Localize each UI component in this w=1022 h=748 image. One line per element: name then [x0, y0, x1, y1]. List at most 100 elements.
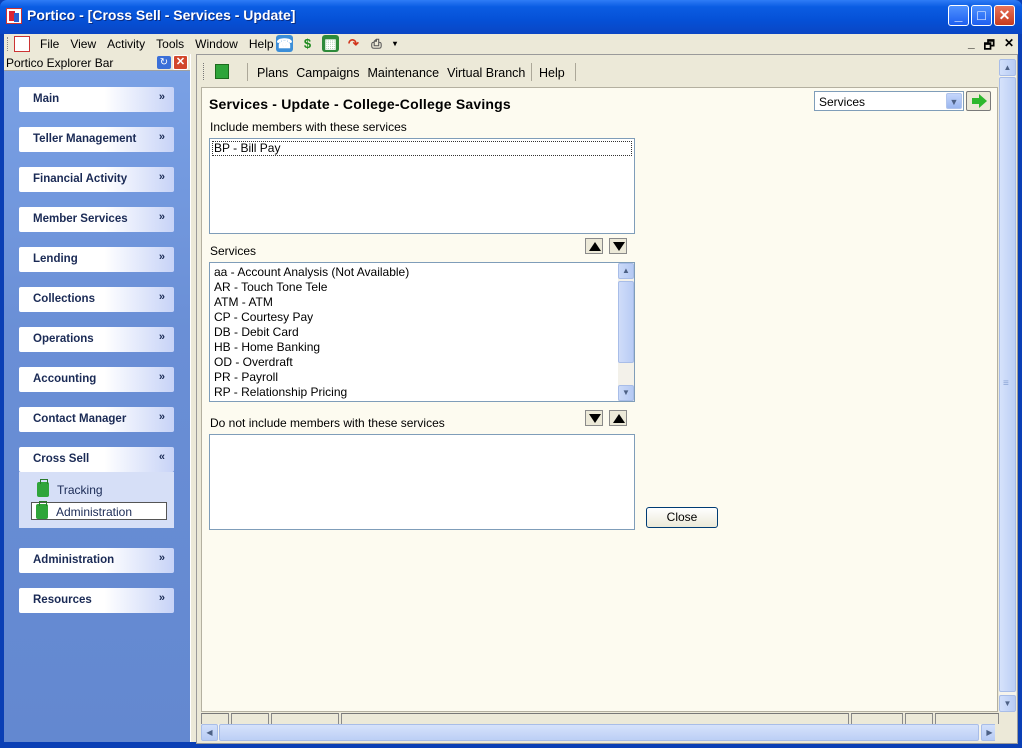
chevron-up-icon[interactable]: « — [159, 451, 165, 463]
document-icon — [36, 501, 48, 519]
chevron-down-icon[interactable]: » — [159, 251, 165, 263]
list-item[interactable]: AR - Touch Tone Tele — [210, 280, 634, 295]
services-scrollbar[interactable]: ▲ ▼ — [618, 263, 634, 401]
move-up-button[interactable] — [585, 238, 603, 254]
list-item[interactable]: CP - Courtesy Pay — [210, 310, 634, 325]
explorer-close-button[interactable]: ✕ — [173, 55, 188, 70]
module-links: Plans Campaigns Maintenance Virtual Bran… — [257, 66, 525, 80]
maximize-button[interactable]: □ — [971, 5, 992, 26]
minimize-button[interactable]: _ — [948, 5, 969, 26]
chevron-down-icon[interactable]: » — [159, 331, 165, 343]
main-horizontal-scrollbar[interactable]: ◀ ▶ — [201, 724, 1016, 741]
link-plans[interactable]: Plans — [257, 66, 288, 80]
nav-group-accounting[interactable]: Accounting » — [19, 367, 174, 392]
toolbar-icons: ☎ $ ▦ ↷ ⎙ ▾ — [276, 35, 399, 52]
chevron-down-icon[interactable]: » — [159, 91, 165, 103]
chevron-down-icon[interactable]: » — [159, 211, 165, 223]
phone-icon[interactable]: ☎ — [276, 35, 293, 52]
link-campaigns[interactable]: Campaigns — [296, 66, 359, 80]
list-item[interactable]: aa - Account Analysis (Not Available) — [210, 265, 634, 280]
list-item[interactable]: RP - Relationship Pricing — [210, 385, 634, 400]
dropdown-arrow-icon[interactable]: ▾ — [391, 35, 399, 52]
scroll-thumb[interactable] — [618, 281, 634, 363]
arrow-up-icon — [589, 242, 601, 251]
document-icon[interactable] — [14, 36, 30, 52]
nav-group-member-services[interactable]: Member Services » — [19, 207, 174, 232]
exclude-label: Do not include members with these servic… — [210, 416, 445, 430]
menu-help[interactable]: Help — [249, 37, 274, 51]
list-item[interactable]: BP - Bill Pay — [212, 141, 632, 156]
pin-icon[interactable]: ↻ — [157, 56, 171, 69]
link-virtual-branch[interactable]: Virtual Branch — [447, 66, 525, 80]
cash-icon[interactable]: ▦ — [322, 35, 339, 52]
nav-group-teller-management[interactable]: Teller Management » — [19, 127, 174, 152]
sidebar-item-tracking[interactable]: Tracking — [33, 479, 169, 499]
scroll-up-icon[interactable]: ▲ — [999, 59, 1016, 76]
menubar-grip[interactable] — [7, 37, 10, 51]
nav-group-collections[interactable]: Collections » — [19, 287, 174, 312]
list-item[interactable]: DB - Debit Card — [210, 325, 634, 340]
services-list[interactable]: aa - Account Analysis (Not Available) AR… — [209, 262, 635, 402]
menu-view[interactable]: View — [70, 37, 96, 51]
menu-activity[interactable]: Activity — [107, 37, 145, 51]
nav-group-contact-manager[interactable]: Contact Manager » — [19, 407, 174, 432]
new-document-icon[interactable] — [215, 64, 229, 79]
link-maintenance[interactable]: Maintenance — [368, 66, 440, 80]
main-vertical-scrollbar[interactable]: ▲ ▼ — [999, 59, 1016, 712]
toolbar-grip[interactable] — [203, 63, 206, 80]
chevron-down-icon[interactable]: » — [159, 552, 165, 564]
dollar-icon[interactable]: $ — [299, 35, 316, 52]
nav-group-operations[interactable]: Operations » — [19, 327, 174, 352]
chevron-down-icon[interactable]: » — [159, 411, 165, 423]
scroll-thumb[interactable] — [999, 77, 1016, 692]
exclude-services-list[interactable] — [209, 434, 635, 530]
nav-group-label: Accounting — [33, 373, 97, 385]
link-help[interactable]: Help — [539, 66, 565, 80]
menu-file[interactable]: File — [40, 37, 59, 51]
redo-arrow-icon[interactable]: ↷ — [345, 35, 362, 52]
include-label: Include members with these services — [210, 120, 407, 134]
nav-group-label: Contact Manager — [33, 413, 127, 425]
nav-group-main[interactable]: Main » — [19, 87, 174, 112]
chevron-down-icon[interactable]: » — [159, 131, 165, 143]
scroll-down-icon[interactable]: ▼ — [999, 695, 1016, 712]
include-services-list[interactable]: BP - Bill Pay — [209, 138, 635, 234]
move-down-button[interactable] — [585, 410, 603, 426]
nav-group-label: Main — [33, 93, 60, 105]
list-item[interactable]: ATM - ATM — [210, 295, 634, 310]
nav-group-cross-sell[interactable]: Cross Sell « — [19, 447, 174, 472]
move-up-button[interactable] — [609, 410, 627, 426]
move-down-button[interactable] — [609, 238, 627, 254]
services-label: Services — [210, 244, 257, 258]
nav-group-resources[interactable]: Resources » — [19, 588, 174, 613]
page-title: Services - Update - College-College Savi… — [209, 96, 511, 112]
list-item[interactable]: OD - Overdraft — [210, 355, 634, 370]
nav-group-label: Resources — [33, 594, 92, 606]
chevron-down-icon[interactable]: » — [159, 171, 165, 183]
nav-group-lending[interactable]: Lending » — [19, 247, 174, 272]
sidebar-item-administration[interactable]: Administration — [31, 501, 167, 520]
size-grip[interactable] — [995, 724, 1016, 741]
menu-tools[interactable]: Tools — [156, 37, 184, 51]
chevron-down-icon[interactable]: » — [159, 592, 165, 604]
menu-window[interactable]: Window — [195, 37, 238, 51]
go-arrow-button[interactable] — [966, 91, 991, 111]
chevron-down-icon[interactable]: » — [159, 291, 165, 303]
nav-group-label: Teller Management — [33, 133, 137, 145]
scroll-thumb[interactable] — [219, 724, 979, 741]
nav-group-financial-activity[interactable]: Financial Activity » — [19, 167, 174, 192]
close-button[interactable]: Close — [646, 507, 718, 528]
scroll-up-icon[interactable]: ▲ — [618, 263, 634, 279]
chevron-down-icon[interactable]: ▼ — [946, 93, 962, 109]
portico-app-icon[interactable] — [6, 8, 22, 24]
view-select[interactable]: Services ▼ — [814, 91, 964, 111]
scroll-left-icon[interactable]: ◀ — [201, 724, 218, 741]
scroll-down-icon[interactable]: ▼ — [618, 385, 634, 401]
list-item[interactable]: HB - Home Banking — [210, 340, 634, 355]
printer-icon[interactable]: ⎙ — [368, 35, 385, 52]
toolbar-separator — [531, 63, 532, 81]
close-window-button[interactable]: ✕ — [994, 5, 1015, 26]
list-item[interactable]: PR - Payroll — [210, 370, 634, 385]
chevron-down-icon[interactable]: » — [159, 371, 165, 383]
nav-group-administration[interactable]: Administration » — [19, 548, 174, 573]
